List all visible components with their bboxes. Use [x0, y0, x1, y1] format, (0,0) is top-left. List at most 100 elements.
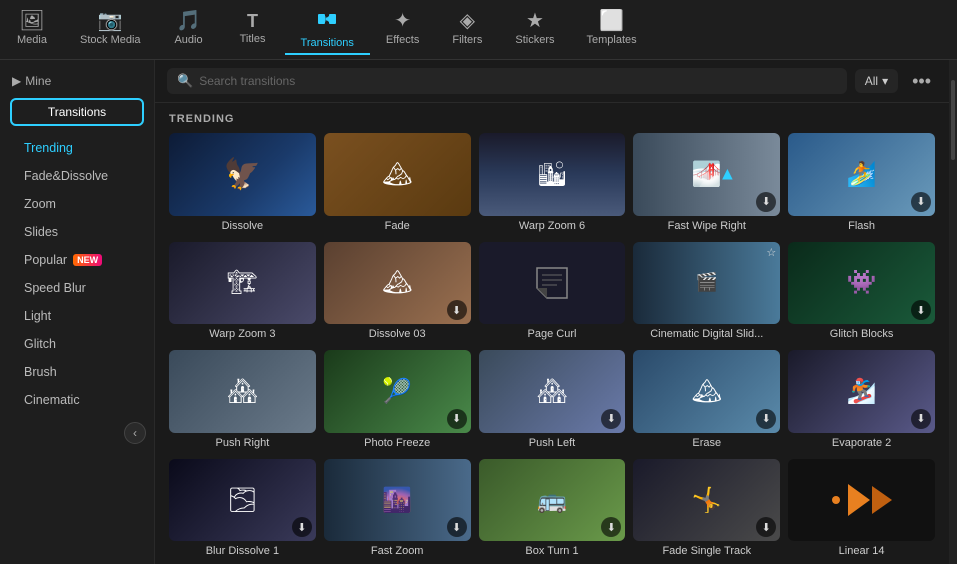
thumb-dissolve03: 🏔 ⬇: [324, 242, 471, 325]
download-icon-pushleft[interactable]: ⬇: [601, 409, 621, 429]
thumb-evaporate: 🏂 ⬇: [788, 350, 935, 433]
nav-titles[interactable]: T Titles: [221, 8, 285, 51]
nav-titles-label: Titles: [240, 33, 266, 45]
list-item[interactable]: 🏘 ⬇ Push Left: [479, 350, 626, 449]
list-item[interactable]: 🏙 Warp Zoom 6: [479, 133, 626, 232]
nav-transitions[interactable]: Transitions: [285, 4, 370, 55]
search-input[interactable]: [199, 74, 837, 88]
download-icon-fastzoom[interactable]: ⬇: [447, 517, 467, 537]
label-cinematic: Cinematic Digital Slid...: [633, 328, 780, 340]
templates-icon: ⬜: [599, 11, 624, 31]
sidebar-fade-label: Fade&Dissolve: [24, 169, 108, 183]
more-options-button[interactable]: •••: [906, 69, 937, 94]
sidebar-item-cinematic[interactable]: Cinematic: [0, 386, 154, 414]
download-icon-flash[interactable]: ⬇: [911, 192, 931, 212]
grid-scroll-area[interactable]: TRENDING 🦅 Dissolve 🏔: [155, 103, 949, 564]
thumb-photofreeze: 🎾 ⬇: [324, 350, 471, 433]
scrollbar-thumb: [951, 80, 955, 160]
list-item[interactable]: 🦅 Dissolve: [169, 133, 316, 232]
thumb-boxturn: 🚌 ⬇: [479, 459, 626, 542]
nav-audio-label: Audio: [174, 34, 202, 46]
list-item[interactable]: 🏘 Push Right: [169, 350, 316, 449]
nav-stickers-label: Stickers: [515, 34, 554, 46]
thumb-pagecurl: [479, 242, 626, 325]
list-item[interactable]: 🏂 ⬇ Evaporate 2: [788, 350, 935, 449]
search-input-wrap[interactable]: 🔍: [167, 68, 847, 94]
transitions-icon: [316, 8, 338, 34]
nav-media[interactable]: 🖼 Media: [0, 7, 64, 52]
nav-filters[interactable]: ◈ Filters: [435, 7, 499, 52]
list-item[interactable]: 🚌 ⬇ Box Turn 1: [479, 459, 626, 558]
list-item[interactable]: 🌫 ⬇ Blur Dissolve 1: [169, 459, 316, 558]
list-item[interactable]: 🏔 ⬇ Dissolve 03: [324, 242, 471, 341]
stickers-icon: ★: [526, 11, 544, 31]
download-icon-blur[interactable]: ⬇: [292, 517, 312, 537]
filters-icon: ◈: [460, 11, 475, 31]
sidebar-collapse-button[interactable]: ‹: [124, 422, 146, 444]
label-pushleft: Push Left: [479, 437, 626, 449]
nav-audio[interactable]: 🎵 Audio: [157, 7, 221, 52]
label-pagecurl: Page Curl: [479, 328, 626, 340]
label-glitch: Glitch Blocks: [788, 328, 935, 340]
sidebar-mine[interactable]: ▶ Mine: [0, 68, 154, 94]
thumb-fastzoom: 🌆 ⬇: [324, 459, 471, 542]
top-nav: 🖼 Media 📷 Stock Media 🎵 Audio T Titles T…: [0, 0, 957, 60]
sidebar-cinematic-label: Cinematic: [24, 393, 80, 407]
nav-filters-label: Filters: [452, 34, 482, 46]
download-icon-dissolve03[interactable]: ⬇: [447, 300, 467, 320]
thumb-fade: 🏔: [324, 133, 471, 216]
media-icon: 🖼: [19, 11, 44, 31]
nav-stock-media[interactable]: 📷 Stock Media: [64, 7, 157, 52]
list-item[interactable]: 🏄 ⬇ Flash: [788, 133, 935, 232]
sidebar-item-slides[interactable]: Slides: [0, 218, 154, 246]
label-photofreeze: Photo Freeze: [324, 437, 471, 449]
transitions-grid: 🦅 Dissolve 🏔 Fade: [169, 133, 935, 557]
list-item[interactable]: 🏔 ⬇ Erase: [633, 350, 780, 449]
thumb-warpzoom6: 🏙: [479, 133, 626, 216]
nav-effects[interactable]: ✦ Effects: [370, 7, 435, 52]
download-icon-photo[interactable]: ⬇: [447, 409, 467, 429]
sidebar-item-glitch[interactable]: Glitch: [0, 330, 154, 358]
list-item[interactable]: 🤸 ⬇ Fade Single Track: [633, 459, 780, 558]
thumb-flash: 🏄 ⬇: [788, 133, 935, 216]
label-dissolve: Dissolve: [169, 220, 316, 232]
download-icon-erase[interactable]: ⬇: [756, 409, 776, 429]
sidebar-popular-label: Popular: [24, 253, 67, 267]
chevron-right-icon: ▶: [12, 74, 21, 88]
label-boxturn: Box Turn 1: [479, 545, 626, 557]
chevron-down-icon: ▾: [882, 74, 888, 88]
audio-icon: 🎵: [176, 11, 201, 31]
list-item[interactable]: 🌆 ⬇ Fast Zoom: [324, 459, 471, 558]
sidebar-item-trending[interactable]: Trending: [0, 134, 154, 162]
favorite-icon[interactable]: ☆: [766, 246, 776, 259]
download-icon-evaporate[interactable]: ⬇: [911, 409, 931, 429]
list-item[interactable]: Linear 14: [788, 459, 935, 558]
thumb-erase: 🏔 ⬇: [633, 350, 780, 433]
list-item[interactable]: 🏗 Warp Zoom 3: [169, 242, 316, 341]
sidebar-item-light[interactable]: Light: [0, 302, 154, 330]
sidebar-mine-label: Mine: [25, 74, 51, 88]
list-item[interactable]: 🌁 ⬇ ▲ Fast Wipe Right: [633, 133, 780, 232]
sidebar-item-speed-blur[interactable]: Speed Blur: [0, 274, 154, 302]
effects-icon: ✦: [394, 11, 411, 31]
more-icon: •••: [912, 71, 931, 91]
list-item[interactable]: Page Curl: [479, 242, 626, 341]
sidebar-item-brush[interactable]: Brush: [0, 358, 154, 386]
nav-templates[interactable]: ⬜ Templates: [570, 7, 652, 52]
sidebar-item-zoom[interactable]: Zoom: [0, 190, 154, 218]
filter-dropdown[interactable]: All ▾: [855, 69, 898, 93]
sidebar-transitions-button[interactable]: Transitions: [10, 98, 144, 126]
stock-icon: 📷: [98, 11, 123, 31]
list-item[interactable]: 🎾 ⬇ Photo Freeze: [324, 350, 471, 449]
list-item[interactable]: 👾 ⬇ Glitch Blocks: [788, 242, 935, 341]
thumb-dissolve: 🦅: [169, 133, 316, 216]
download-icon[interactable]: ⬇: [756, 192, 776, 212]
label-dissolve03: Dissolve 03: [324, 328, 471, 340]
scrollbar[interactable]: [949, 60, 957, 564]
nav-stickers[interactable]: ★ Stickers: [499, 7, 570, 52]
list-item[interactable]: 🎬 ☆ Cinematic Digital Slid...: [633, 242, 780, 341]
list-item[interactable]: 🏔 Fade: [324, 133, 471, 232]
sidebar-item-popular[interactable]: Popular NEW: [0, 246, 154, 274]
label-blurdissolve: Blur Dissolve 1: [169, 545, 316, 557]
sidebar-item-fade-dissolve[interactable]: Fade&Dissolve: [0, 162, 154, 190]
